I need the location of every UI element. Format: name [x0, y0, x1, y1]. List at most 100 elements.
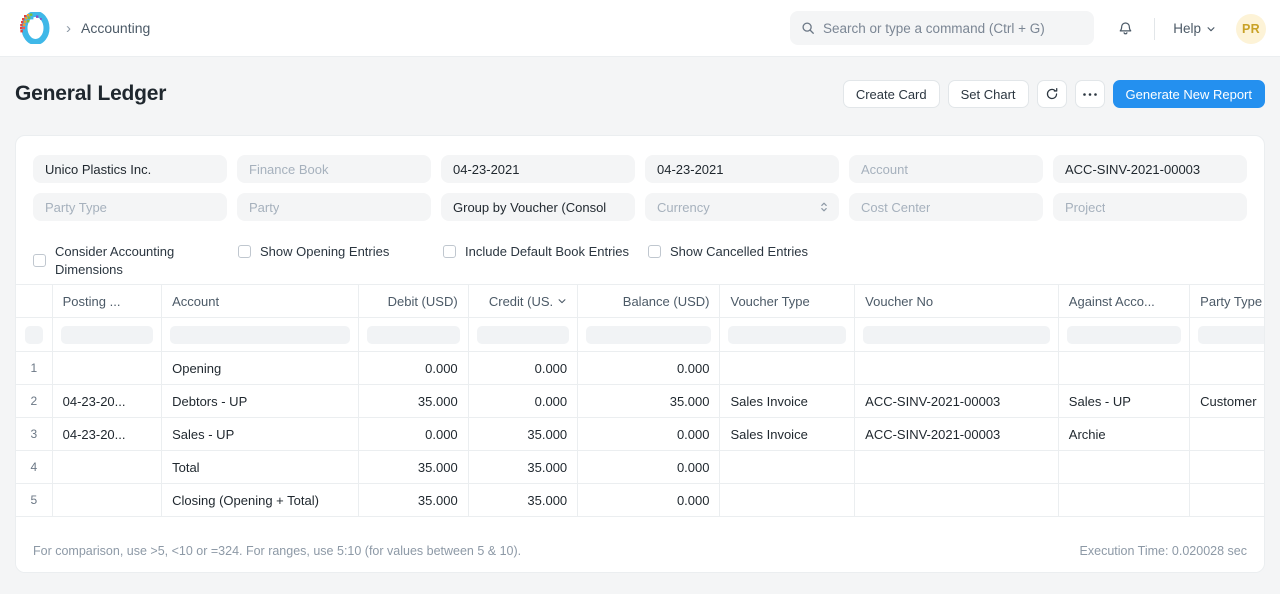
- checkbox-include-default-book-entries[interactable]: Include Default Book Entries: [443, 243, 648, 279]
- cell-ptype[interactable]: [1190, 451, 1264, 484]
- cell-vtype[interactable]: [720, 352, 855, 385]
- cell-ptype[interactable]: [1190, 484, 1264, 517]
- column-filter-vno-input[interactable]: [863, 326, 1050, 344]
- cell-balance[interactable]: 0.000: [578, 418, 720, 451]
- cell-posting[interactable]: [52, 451, 161, 484]
- column-filter-debit[interactable]: [359, 318, 468, 352]
- filter-finance-book[interactable]: Finance Book: [237, 155, 431, 183]
- table-row[interactable]: 1Opening0.0000.0000.000: [16, 352, 1264, 385]
- sort-chevron-down-icon[interactable]: [557, 296, 567, 306]
- filter-account[interactable]: Account: [849, 155, 1043, 183]
- cell-vtype[interactable]: [720, 451, 855, 484]
- cell-vtype[interactable]: [720, 484, 855, 517]
- filter-project[interactable]: Project: [1053, 193, 1247, 221]
- column-filter-vno[interactable]: [855, 318, 1059, 352]
- cell-debit[interactable]: 35.000: [359, 451, 468, 484]
- cell-posting[interactable]: 04-23-20...: [52, 385, 161, 418]
- set-chart-button[interactable]: Set Chart: [948, 80, 1029, 108]
- filter-currency-stepper-icon[interactable]: [820, 201, 828, 213]
- cell-credit[interactable]: 35.000: [468, 484, 577, 517]
- table-header-vtype[interactable]: Voucher Type: [720, 285, 855, 318]
- table-header-posting[interactable]: Posting ...: [52, 285, 161, 318]
- column-filter-box[interactable]: [25, 326, 43, 344]
- app-logo-icon[interactable]: [16, 10, 52, 46]
- checkbox-show-opening-entries[interactable]: Show Opening Entries: [238, 243, 443, 279]
- cell-balance[interactable]: 0.000: [578, 352, 720, 385]
- refresh-button[interactable]: [1037, 80, 1067, 108]
- cell-vno[interactable]: ACC-SINV-2021-00003: [855, 418, 1059, 451]
- notifications-bell-icon[interactable]: [1108, 12, 1142, 46]
- cell-balance[interactable]: 0.000: [578, 451, 720, 484]
- filter-party[interactable]: Party: [237, 193, 431, 221]
- filter-cost-center[interactable]: Cost Center: [849, 193, 1043, 221]
- cell-account[interactable]: Opening: [162, 352, 359, 385]
- table-header-debit[interactable]: Debit (USD): [359, 285, 468, 318]
- column-filter-balance-input[interactable]: [586, 326, 711, 344]
- cell-vno[interactable]: [855, 451, 1059, 484]
- cell-vtype[interactable]: Sales Invoice: [720, 385, 855, 418]
- cell-credit[interactable]: 0.000: [468, 385, 577, 418]
- cell-debit[interactable]: 0.000: [359, 418, 468, 451]
- report-table-scroll[interactable]: Posting ...AccountDebit (USD)Credit (US.…: [16, 284, 1264, 528]
- breadcrumb-accounting[interactable]: Accounting: [81, 20, 150, 36]
- create-card-button[interactable]: Create Card: [843, 80, 940, 108]
- table-header-credit[interactable]: Credit (US.: [468, 285, 577, 318]
- table-header-ptype[interactable]: Party Type: [1190, 285, 1264, 318]
- column-filter-credit-input[interactable]: [477, 326, 569, 344]
- avatar[interactable]: PR: [1236, 14, 1266, 44]
- search-bar[interactable]: [790, 11, 1094, 45]
- cell-against[interactable]: [1058, 451, 1189, 484]
- column-filter-vtype[interactable]: [720, 318, 855, 352]
- column-filter-against[interactable]: [1058, 318, 1189, 352]
- table-row[interactable]: 4Total35.00035.0000.000: [16, 451, 1264, 484]
- table-row[interactable]: 304-23-20...Sales - UP0.00035.0000.000Sa…: [16, 418, 1264, 451]
- filter-voucher-no[interactable]: ACC-SINV-2021-00003: [1053, 155, 1247, 183]
- table-header-account[interactable]: Account: [162, 285, 359, 318]
- checkbox-consider-accounting-dimensions-box[interactable]: [33, 254, 46, 267]
- column-filter-account[interactable]: [162, 318, 359, 352]
- cell-vtype[interactable]: Sales Invoice: [720, 418, 855, 451]
- column-filter-ptype-input[interactable]: [1198, 326, 1264, 344]
- help-menu[interactable]: Help: [1167, 17, 1222, 40]
- table-row[interactable]: 5Closing (Opening + Total)35.00035.0000.…: [16, 484, 1264, 517]
- checkbox-include-default-book-entries-box[interactable]: [443, 245, 456, 258]
- column-filter-posting[interactable]: [52, 318, 161, 352]
- cell-credit[interactable]: 35.000: [468, 451, 577, 484]
- cell-against[interactable]: [1058, 484, 1189, 517]
- column-filter-vtype-input[interactable]: [728, 326, 846, 344]
- table-row[interactable]: 204-23-20...Debtors - UP35.0000.00035.00…: [16, 385, 1264, 418]
- cell-account[interactable]: Total: [162, 451, 359, 484]
- table-column-filter-row[interactable]: [16, 318, 1264, 352]
- cell-debit[interactable]: 0.000: [359, 352, 468, 385]
- column-filter-credit[interactable]: [468, 318, 577, 352]
- cell-posting[interactable]: [52, 484, 161, 517]
- cell-vno[interactable]: [855, 484, 1059, 517]
- more-options-button[interactable]: [1075, 80, 1105, 108]
- table-header-balance[interactable]: Balance (USD): [578, 285, 720, 318]
- filter-company[interactable]: Unico Plastics Inc.: [33, 155, 227, 183]
- cell-vno[interactable]: [855, 352, 1059, 385]
- cell-ptype[interactable]: [1190, 352, 1264, 385]
- cell-credit[interactable]: 35.000: [468, 418, 577, 451]
- checkbox-show-cancelled-entries[interactable]: Show Cancelled Entries: [648, 243, 808, 279]
- table-header-vno[interactable]: Voucher No: [855, 285, 1059, 318]
- cell-account[interactable]: Closing (Opening + Total): [162, 484, 359, 517]
- column-filter-account-input[interactable]: [170, 326, 350, 344]
- column-filter-debit-input[interactable]: [367, 326, 459, 344]
- checkbox-show-cancelled-entries-box[interactable]: [648, 245, 661, 258]
- column-filter-posting-input[interactable]: [61, 326, 153, 344]
- cell-posting[interactable]: [52, 352, 161, 385]
- filter-to-date[interactable]: 04-23-2021: [645, 155, 839, 183]
- cell-against[interactable]: Sales - UP: [1058, 385, 1189, 418]
- filter-party-type[interactable]: Party Type: [33, 193, 227, 221]
- filter-from-date[interactable]: 04-23-2021: [441, 155, 635, 183]
- cell-posting[interactable]: 04-23-20...: [52, 418, 161, 451]
- filter-currency[interactable]: Currency: [645, 193, 839, 221]
- cell-ptype[interactable]: Customer: [1190, 385, 1264, 418]
- filter-group-by[interactable]: Group by Voucher (Consol: [441, 193, 635, 221]
- cell-balance[interactable]: 0.000: [578, 484, 720, 517]
- checkbox-consider-accounting-dimensions[interactable]: Consider Accounting Dimensions: [33, 243, 238, 279]
- cell-account[interactable]: Sales - UP: [162, 418, 359, 451]
- cell-account[interactable]: Debtors - UP: [162, 385, 359, 418]
- cell-against[interactable]: Archie: [1058, 418, 1189, 451]
